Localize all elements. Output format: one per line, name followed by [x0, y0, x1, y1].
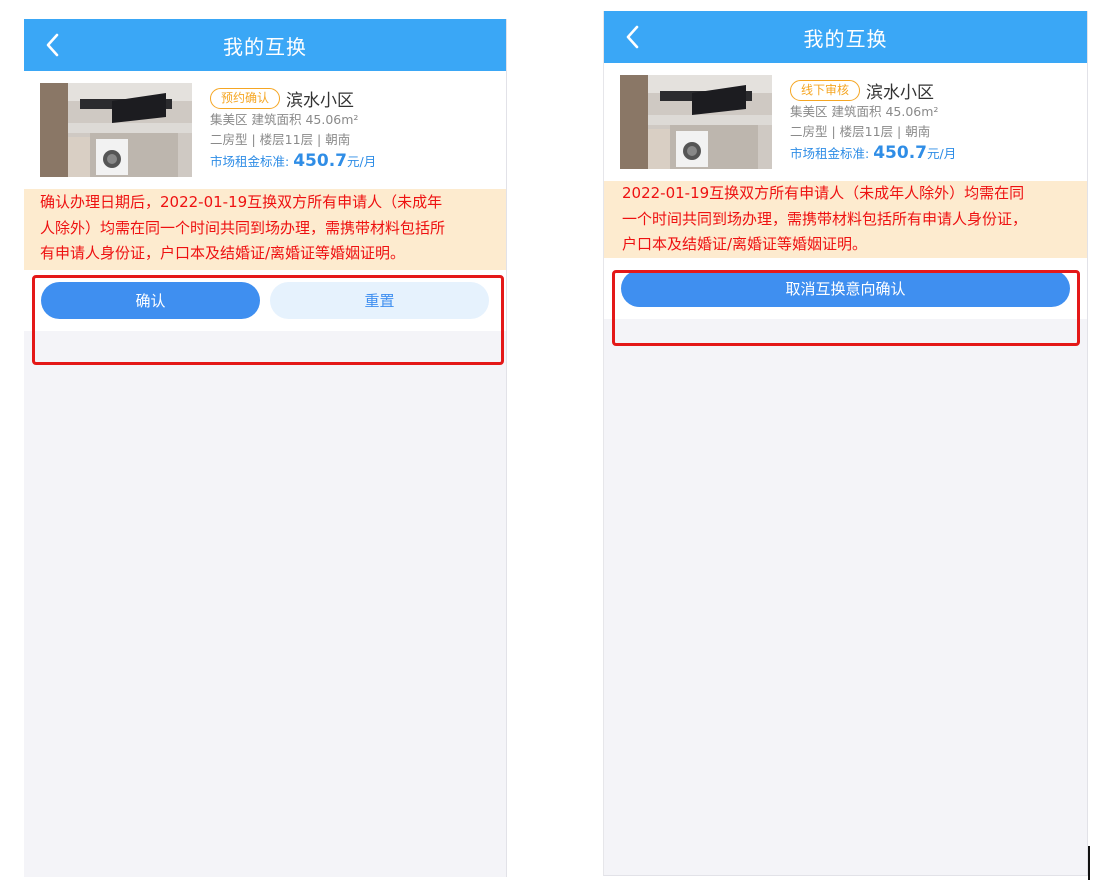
rent-standard: 市场租金标准: 450.7元/月 — [210, 150, 376, 173]
notice-line: 人除外）均需在同一个时间共同到场办理，需携带材料包括所 — [40, 218, 446, 237]
notice-text: 确认办理日期后，2022-01-19互换双方所有申请人（未成年 人除外）均需在同… — [24, 189, 506, 270]
notice-line: 户口本及结婚证/离婚证等婚姻证明。 — [622, 235, 868, 253]
house-summary[interactable]: 线下审核 滨水小区 集美区 建筑面积 45.06m² 二房型 | 楼层11层 |… — [604, 63, 1087, 169]
house-layout: 二房型 | 楼层11层 | 朝南 — [790, 124, 931, 139]
exchange-card: 预约确认 滨水小区 集美区 建筑面积 45.06m² 二房型 | 楼层11层 |… — [24, 71, 506, 331]
cancel-intent-button[interactable]: 取消互换意向确认 — [621, 269, 1070, 307]
notice-line: 2022-01-19互换双方所有申请人（未成年人除外）均需在同 — [622, 184, 1025, 202]
notice-line: 一个时间共同到场办理，需携带材料包括所有申请人身份证， — [622, 209, 1028, 228]
district-area: 集美区 建筑面积 45.06m² — [790, 104, 939, 119]
rent-unit: 元/月 — [927, 146, 957, 161]
confirm-button[interactable]: 确认 — [41, 281, 260, 319]
page-title: 我的互换 — [803, 26, 888, 51]
phone-screen-left: 我的互换 预约确认 滨水小区 集美区 建筑面积 45.06m² 二房型 | 楼层… — [24, 19, 507, 877]
status-badge: 线下审核 — [790, 79, 861, 101]
house-summary[interactable]: 预约确认 滨水小区 集美区 建筑面积 45.06m² 二房型 | 楼层11层 |… — [24, 71, 506, 177]
rent-standard: 市场租金标准: 450.7元/月 — [790, 142, 956, 165]
rent-unit: 元/月 — [347, 154, 377, 169]
action-buttons: 取消互换意向确认 — [604, 258, 1087, 307]
rent-label: 市场租金标准: — [790, 146, 870, 161]
community-name: 滨水小区 — [286, 90, 355, 111]
action-buttons: 确认 重置 — [24, 270, 506, 319]
rent-value: 450.7 — [873, 143, 927, 163]
house-layout: 二房型 | 楼层11层 | 朝南 — [210, 132, 351, 147]
rent-value: 450.7 — [293, 151, 347, 171]
phone-screen-right: 我的互换 线下审核 滨水小区 集美区 建筑面积 45.06m² 二房型 | 楼层… — [603, 11, 1088, 876]
rent-label: 市场租金标准: — [210, 154, 290, 169]
notice-text: 2022-01-19互换双方所有申请人（未成年人除外）均需在同 一个时间共同到场… — [604, 181, 1087, 258]
chevron-left-icon[interactable] — [40, 31, 66, 59]
text-cursor — [1088, 846, 1090, 880]
district-area: 集美区 建筑面积 45.06m² — [210, 112, 359, 127]
house-thumbnail — [40, 83, 192, 177]
house-thumbnail — [620, 75, 772, 169]
status-badge: 预约确认 — [210, 87, 281, 109]
page-title: 我的互换 — [223, 34, 307, 59]
community-name: 滨水小区 — [866, 82, 935, 103]
reset-button[interactable]: 重置 — [270, 281, 489, 319]
nav-bar: 我的互换 — [604, 11, 1087, 63]
house-info: 线下审核 滨水小区 集美区 建筑面积 45.06m² 二房型 | 楼层11层 |… — [790, 75, 956, 169]
house-info: 预约确认 滨水小区 集美区 建筑面积 45.06m² 二房型 | 楼层11层 |… — [210, 83, 376, 177]
chevron-left-icon[interactable] — [620, 23, 646, 51]
nav-bar: 我的互换 — [24, 19, 506, 71]
notice-line: 有申请人身份证，户口本及结婚证/离婚证等婚姻证明。 — [40, 244, 406, 262]
exchange-card: 线下审核 滨水小区 集美区 建筑面积 45.06m² 二房型 | 楼层11层 |… — [604, 63, 1087, 319]
notice-line: 确认办理日期后，2022-01-19互换双方所有申请人（未成年 — [40, 193, 443, 211]
